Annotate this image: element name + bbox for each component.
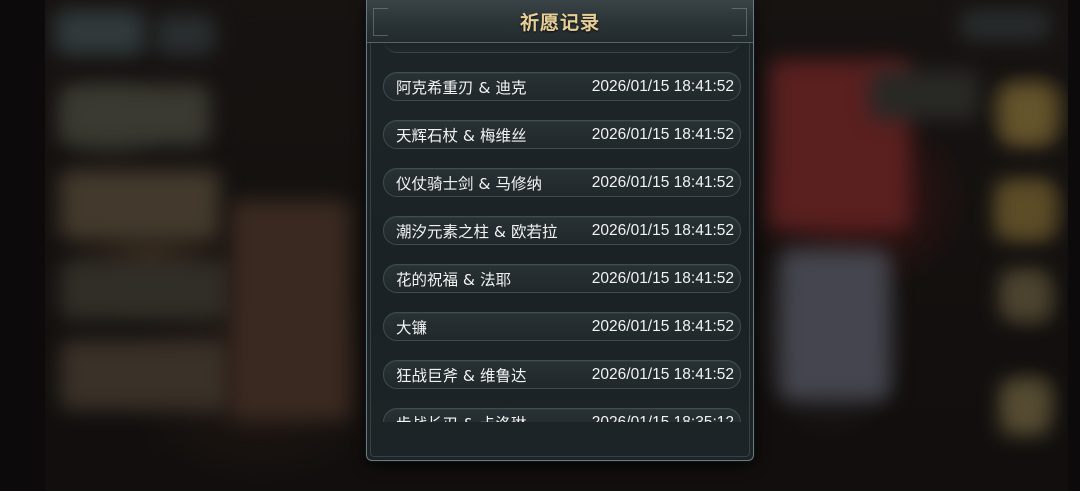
record-row: 狂战巨斧 & 维鲁达 2026/01/15 18:41:52 [383, 360, 741, 389]
dialog-title-bar: 祈愿记录 [367, 0, 753, 43]
wish-record-dialog: 祈愿记录 阿克希重刃 & 迪克 2026/01/15 18:41:52 天辉石杖… [366, 0, 754, 461]
record-time: 2026/01/15 18:41:52 [591, 269, 734, 287]
record-time: 2026/01/15 18:41:52 [591, 365, 734, 383]
record-item-name: 步战长刃 & 卡洛琳 [396, 412, 526, 423]
record-row: 大镰 2026/01/15 18:41:52 [383, 312, 741, 341]
record-time: 2026/01/15 18:41:52 [591, 125, 734, 143]
record-time: 2026/01/15 18:41:52 [591, 221, 734, 239]
record-list[interactable]: 阿克希重刃 & 迪克 2026/01/15 18:41:52 天辉石杖 & 梅维… [381, 44, 743, 422]
dialog-title: 祈愿记录 [519, 11, 600, 34]
record-row: 步战长刃 & 卡洛琳 2026/01/15 18:35:12 [383, 408, 741, 422]
right-edge-bar [1068, 0, 1080, 491]
record-item-name: 仪仗骑士剑 & 马修纳 [396, 174, 542, 193]
record-row: 潮汐元素之柱 & 欧若拉 2026/01/15 18:41:52 [383, 216, 741, 245]
record-item-name: 狂战巨斧 & 维鲁达 [396, 366, 527, 385]
record-row: 阿克希重刃 & 迪克 2026/01/15 18:41:52 [383, 72, 741, 101]
left-edge-bar [0, 0, 45, 491]
record-row [383, 44, 741, 53]
record-time: 2026/01/15 18:41:52 [591, 173, 734, 191]
record-item-name: 天辉石杖 & 梅维丝 [396, 126, 527, 145]
record-time: 2026/01/15 18:35:12 [591, 413, 734, 423]
record-time: 2026/01/15 18:41:52 [591, 77, 734, 95]
record-row: 天辉石杖 & 梅维丝 2026/01/15 18:41:52 [383, 120, 741, 149]
record-item-name: 潮汐元素之柱 & 欧若拉 [396, 222, 558, 241]
record-row: 花的祝福 & 法耶 2026/01/15 18:41:52 [383, 264, 741, 293]
record-item-name: 大镰 [396, 318, 428, 337]
record-row: 仪仗骑士剑 & 马修纳 2026/01/15 18:41:52 [383, 168, 741, 197]
record-time: 2026/01/15 18:41:52 [591, 317, 734, 335]
record-item-name: 阿克希重刃 & 迪克 [396, 78, 527, 97]
record-item-name: 花的祝福 & 法耶 [396, 270, 511, 289]
